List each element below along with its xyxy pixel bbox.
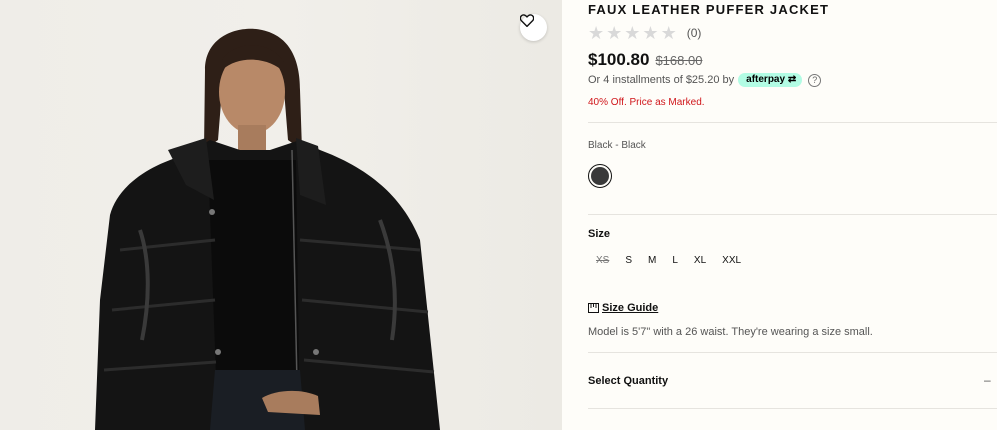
help-icon[interactable]: ?	[808, 73, 822, 87]
size-guide-label: Size Guide	[602, 302, 659, 314]
star-icon: ★	[642, 23, 659, 43]
afterpay-badge[interactable]: afterpay ⇄	[738, 73, 803, 87]
model-size-note: Model is 5'7" with a 26 waist. They're w…	[588, 326, 873, 338]
heart-icon	[520, 14, 534, 27]
divider	[588, 122, 997, 123]
size-guide-link[interactable]: Size Guide	[588, 302, 658, 314]
star-icon: ★	[624, 23, 641, 43]
model-photo	[95, 28, 440, 430]
product-image[interactable]	[0, 0, 562, 430]
size-option-xxl[interactable]: XXL	[714, 254, 749, 268]
divider	[588, 352, 997, 353]
wishlist-button[interactable]	[520, 14, 547, 41]
size-options: XS S M L XL XXL	[588, 254, 749, 268]
review-count[interactable]: (0)	[687, 26, 702, 40]
ruler-icon	[588, 303, 599, 313]
size-option-s[interactable]: S	[617, 254, 640, 268]
installments-text: Or 4 installments of $25.20 by	[588, 74, 735, 86]
quantity-collapse-toggle[interactable]: –	[984, 373, 991, 387]
size-option-xl[interactable]: XL	[686, 254, 714, 268]
size-option-l[interactable]: L	[664, 254, 686, 268]
size-option-xs[interactable]: XS	[588, 254, 617, 268]
promo-message: 40% Off. Price as Marked.	[588, 97, 705, 108]
price-row: $100.80 $168.00	[588, 50, 702, 70]
star-icon: ★	[588, 23, 605, 43]
star-icon: ★	[660, 23, 677, 43]
color-label: Black - Black	[588, 140, 646, 151]
size-label: Size	[588, 228, 611, 240]
original-price: $168.00	[655, 53, 703, 68]
size-option-m[interactable]: M	[640, 254, 664, 268]
afterpay-label: afterpay	[746, 74, 786, 85]
color-swatch-black[interactable]	[588, 164, 612, 188]
star-rating: ★ ★ ★ ★ ★	[588, 24, 677, 42]
product-details: FAUX LEATHER PUFFER JACKET ★ ★ ★ ★ ★ (0)…	[588, 0, 997, 430]
product-title: FAUX LEATHER PUFFER JACKET	[588, 2, 830, 17]
divider	[588, 408, 997, 409]
sale-price: $100.80	[588, 50, 650, 69]
star-icon: ★	[606, 23, 623, 43]
rating[interactable]: ★ ★ ★ ★ ★ (0)	[588, 24, 701, 42]
installments: Or 4 installments of $25.20 by afterpay …	[588, 73, 822, 87]
swatch-fill	[591, 167, 609, 185]
quantity-label[interactable]: Select Quantity	[588, 375, 668, 387]
divider	[588, 214, 997, 215]
